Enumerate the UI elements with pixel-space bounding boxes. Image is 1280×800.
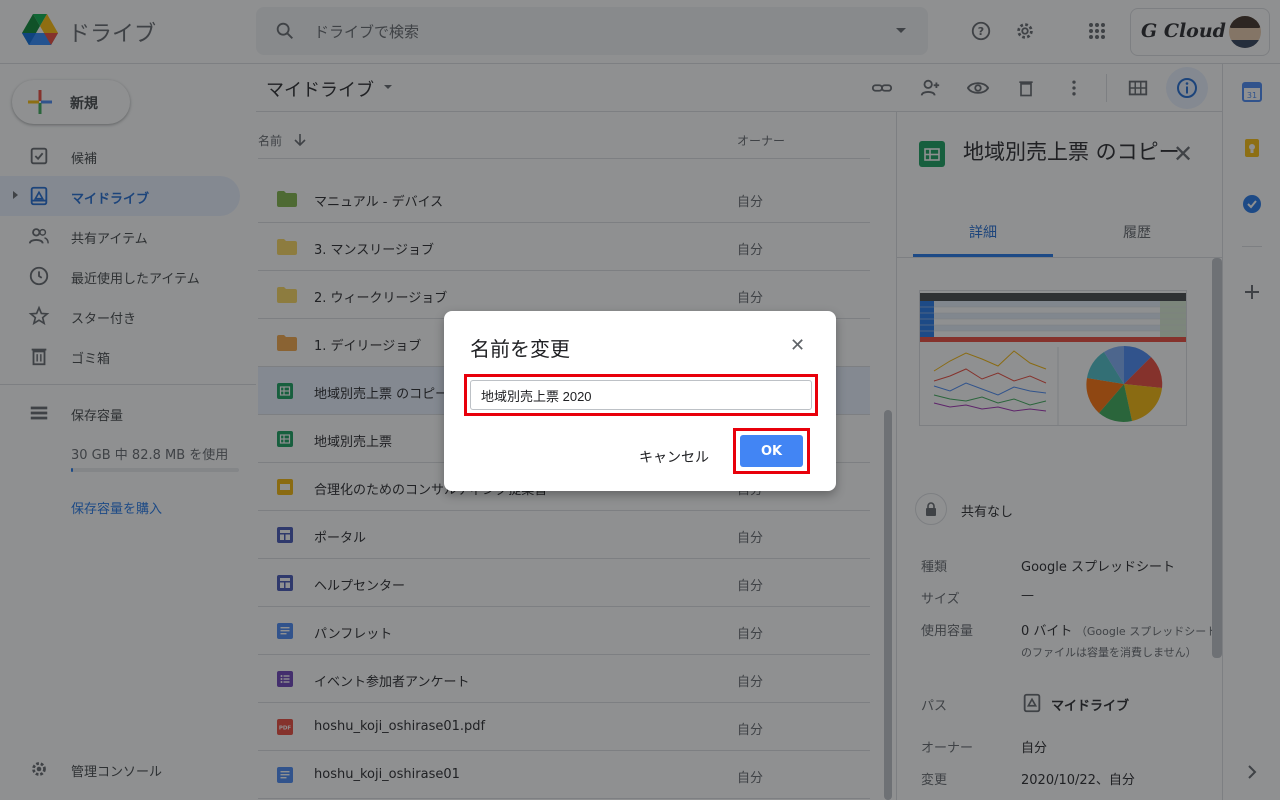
dialog-title: 名前を変更: [470, 337, 570, 361]
close-icon[interactable]: ✕: [790, 335, 805, 356]
rename-input[interactable]: [470, 380, 812, 410]
cancel-button[interactable]: キャンセル: [630, 439, 718, 475]
ok-button[interactable]: OK: [740, 435, 803, 467]
rename-dialog: 名前を変更 ✕ キャンセル OK: [444, 311, 836, 491]
